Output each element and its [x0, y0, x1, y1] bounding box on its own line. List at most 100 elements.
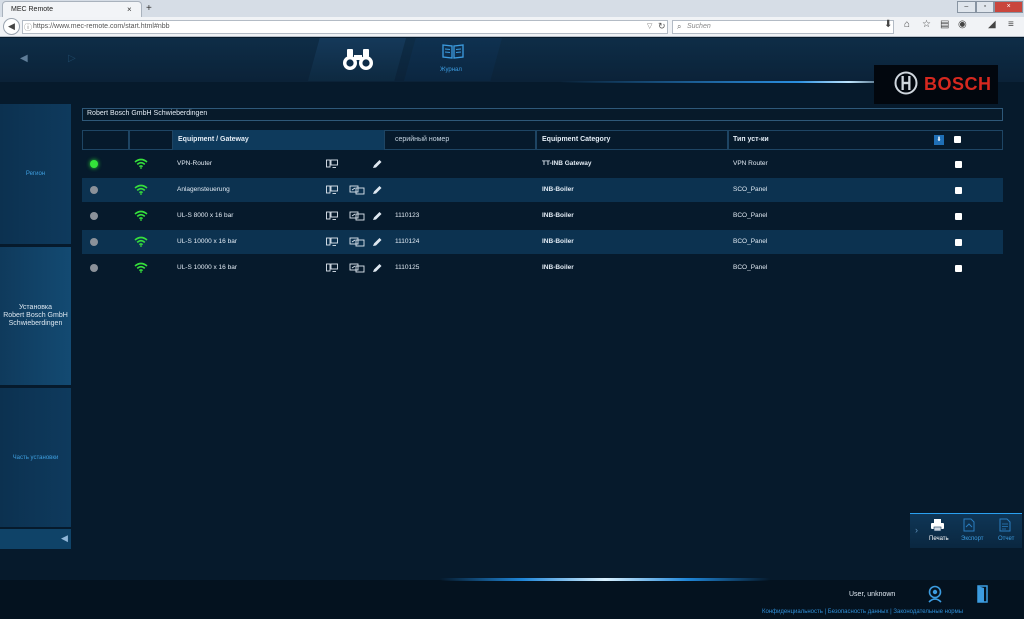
equipment-category: INB-Boiler — [542, 238, 574, 245]
download-icon[interactable]: ⬇ — [884, 19, 892, 30]
remote-access-icon[interactable] — [349, 237, 365, 247]
row-checkbox[interactable] — [955, 161, 962, 168]
send-icon[interactable]: ◢ — [988, 19, 996, 30]
menu-icon[interactable]: ≡ — [1008, 19, 1014, 30]
remote-access-icon[interactable] — [349, 211, 365, 221]
column-header-type[interactable]: Тип уст-ки — [733, 130, 769, 150]
url-host: https://www.mec-remote.com — [33, 23, 124, 30]
equipment-name[interactable]: VPN-Router — [177, 160, 212, 167]
wifi-signal-icon — [134, 262, 148, 273]
breadcrumb-text: Robert Bosch GmbH Schwieberdingen — [87, 110, 208, 117]
new-tab-button[interactable]: + — [146, 3, 152, 14]
local-connection-icon[interactable] — [326, 237, 338, 247]
reload-icon[interactable]: ↻ — [658, 21, 666, 32]
column-header-equipment[interactable]: Equipment / Gateway — [173, 130, 384, 150]
report-button[interactable]: Отчет — [998, 536, 1014, 542]
nav-forward-icon[interactable]: ▷ — [68, 53, 76, 64]
row-checkbox[interactable] — [955, 187, 962, 194]
user-name: User, unknown — [849, 591, 896, 598]
brand-name: BOSCH — [924, 74, 992, 94]
row-checkbox[interactable] — [955, 239, 962, 246]
minimize-button[interactable]: – — [957, 1, 976, 13]
bookmarks-list-icon[interactable]: ▤ — [940, 19, 949, 30]
equipment-name[interactable]: Anlagensteuerung — [177, 186, 230, 193]
device-type: BCO_Panel — [733, 212, 768, 219]
table-row[interactable]: UL-S 10000 x 16 bar 1110124 INB-Boiler BCO_… — [82, 230, 1003, 254]
edit-pencil-icon[interactable] — [371, 185, 383, 195]
serial-number: 1110123 — [395, 212, 420, 219]
header-type-col — [728, 130, 1003, 150]
breadcrumb: Robert Bosch GmbH Schwieberdingen — [82, 108, 1003, 121]
user-profile-icon[interactable] — [927, 585, 943, 603]
status-indicator-icon — [90, 212, 98, 220]
device-type: SCO_Panel — [733, 186, 768, 193]
report-document-icon — [999, 518, 1011, 532]
remote-access-icon[interactable] — [349, 263, 365, 273]
back-arrow-icon[interactable]: ◀ — [3, 18, 20, 35]
column-header-category[interactable]: Equipment Category — [542, 130, 610, 150]
action-toolbox: › Печать Экспорт Отчет — [910, 513, 1022, 548]
edit-pencil-icon[interactable] — [371, 211, 383, 221]
equipment-category: INB-Boiler — [542, 212, 574, 219]
sidebar-collapse-button[interactable]: ◀ — [0, 529, 71, 549]
local-connection-icon[interactable] — [326, 159, 338, 169]
export-button[interactable]: Экспорт — [961, 536, 984, 542]
table-row[interactable]: UL-S 8000 x 16 bar 1110123 INB-Boiler BCO_P… — [82, 204, 1003, 228]
maximize-button[interactable]: ▫ — [975, 1, 995, 13]
row-checkbox[interactable] — [955, 213, 962, 220]
addon-icon[interactable]: ◉ — [958, 19, 967, 30]
footer-links[interactable]: Конфиденциальность | Безопасность данных… — [762, 609, 963, 615]
bookmark-star-icon[interactable]: ☆ — [922, 19, 931, 30]
footer-glow — [440, 578, 770, 581]
sort-icon[interactable]: ⬇ — [934, 135, 944, 145]
status-indicator-icon — [90, 264, 98, 272]
book-icon — [442, 44, 464, 59]
nav-back-icon[interactable]: ◀ — [20, 53, 28, 64]
wifi-signal-icon — [134, 236, 148, 247]
device-type: BCO_Panel — [733, 238, 768, 245]
header-signal-col — [129, 130, 173, 150]
close-tab-icon[interactable]: × — [127, 5, 132, 14]
column-header-serial[interactable]: серийный номер — [395, 130, 449, 150]
equipment-name[interactable]: UL-S 10000 x 16 bar — [177, 264, 237, 271]
url-input[interactable]: ⓘ https://www.mec-remote.com/start.html#… — [22, 20, 668, 34]
logout-door-icon[interactable] — [976, 585, 990, 603]
home-icon[interactable]: ⌂ — [904, 19, 910, 30]
export-document-icon — [963, 518, 975, 532]
search-placeholder: Suchen — [687, 23, 711, 30]
wifi-signal-icon — [134, 158, 148, 169]
local-connection-icon[interactable] — [326, 185, 338, 195]
equipment-name[interactable]: UL-S 8000 x 16 bar — [177, 212, 233, 219]
tab-title: MEC Remote — [11, 6, 54, 13]
search-icon: ⌕ — [677, 22, 682, 31]
equipment-name[interactable]: UL-S 10000 x 16 bar — [177, 238, 237, 245]
tab-journal-label: Журнал — [440, 67, 462, 73]
close-window-button[interactable]: × — [994, 1, 1024, 13]
edit-pencil-icon[interactable] — [371, 263, 383, 273]
table-row[interactable]: Anlagensteuerung INB-Boiler SCO_Panel — [82, 178, 1003, 202]
remote-access-icon[interactable] — [349, 185, 365, 195]
url-path: /start.html#nbb — [123, 23, 170, 30]
device-type: BCO_Panel — [733, 264, 768, 271]
local-connection-icon[interactable] — [326, 211, 338, 221]
search-input[interactable]: ⌕ Suchen — [672, 20, 894, 34]
brand-logo: BOSCH — [874, 65, 998, 104]
table-row[interactable]: UL-S 10000 x 16 bar 1110125 INB-Boiler BCO_… — [82, 256, 1003, 280]
select-all-checkbox[interactable] — [954, 136, 961, 143]
table-row[interactable]: VPN-Router TT-INB Gateway VPN Router — [82, 152, 1003, 176]
local-connection-icon[interactable] — [326, 263, 338, 273]
site-info-icon[interactable]: ⓘ — [24, 22, 32, 33]
equipment-category: INB-Boiler — [542, 264, 574, 271]
chevron-right-icon[interactable]: › — [915, 525, 918, 535]
url-dropdown-icon[interactable]: ▽ — [647, 22, 652, 30]
sidebar-item-installation-part[interactable]: Часть установки — [0, 388, 71, 527]
print-button[interactable]: Печать — [929, 536, 949, 542]
url-text: https://www.mec-remote.com/start.html#nb… — [33, 23, 170, 30]
row-checkbox[interactable] — [955, 265, 962, 272]
edit-pencil-icon[interactable] — [371, 237, 383, 247]
browser-tab[interactable]: MEC Remote × — [2, 1, 142, 17]
edit-pencil-icon[interactable] — [371, 159, 383, 169]
sidebar-item-region[interactable]: Регион — [0, 104, 71, 244]
sidebar-item-installation[interactable]: Установка Robert Bosch GmbH Schwieberdin… — [0, 247, 71, 385]
status-indicator-icon — [90, 186, 98, 194]
